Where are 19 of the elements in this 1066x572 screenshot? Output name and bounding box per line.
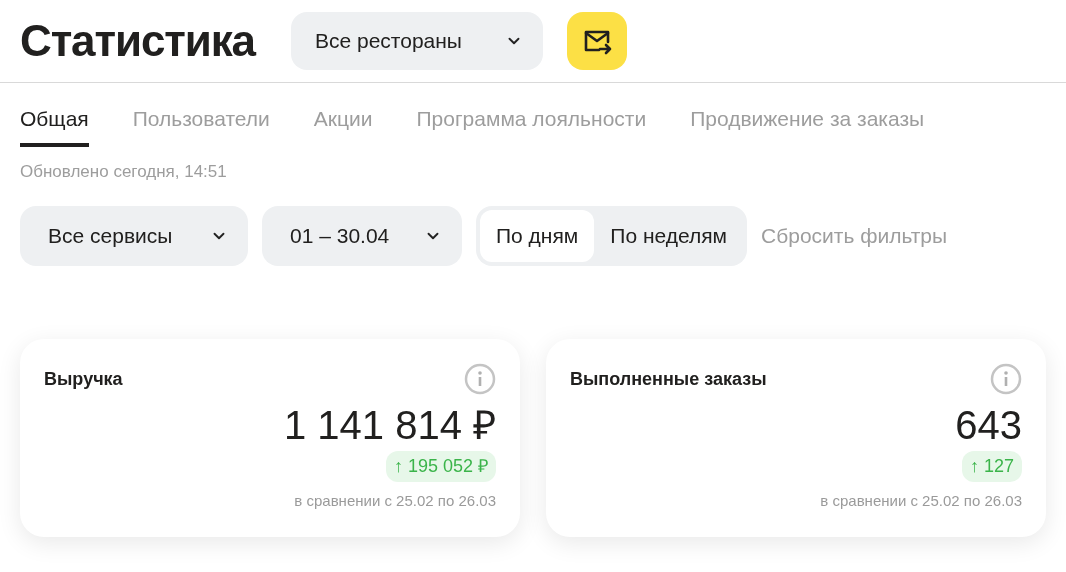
card-title: Выполненные заказы	[570, 367, 767, 391]
info-icon[interactable]	[464, 363, 496, 395]
card-title: Выручка	[44, 367, 123, 391]
service-select[interactable]: Все сервисы	[20, 206, 248, 266]
metric-value: 1 141 814 ₽	[283, 402, 496, 449]
updated-text: Обновлено сегодня, 14:51	[19, 160, 228, 183]
tab[interactable]: Общая	[20, 103, 89, 147]
page-title: Статистика	[20, 15, 255, 67]
grouping-option[interactable]: По неделям	[594, 210, 743, 262]
metric-value: 643	[955, 402, 1022, 449]
grouping-option[interactable]: По дням	[480, 210, 595, 262]
delta-value: ↑ 195 052 ₽	[385, 451, 496, 482]
restaurant-select[interactable]: Все рестораны	[290, 12, 543, 70]
mail-button[interactable]	[566, 12, 627, 70]
comparison-text: в сравнении с 25.02 по 26.03	[820, 491, 1022, 511]
info-icon[interactable]	[990, 363, 1022, 395]
comparison-text: в сравнении с 25.02 по 26.03	[294, 491, 496, 511]
date-select[interactable]: 01 – 30.04	[262, 206, 462, 266]
delta-value: ↑ 127	[961, 451, 1022, 482]
